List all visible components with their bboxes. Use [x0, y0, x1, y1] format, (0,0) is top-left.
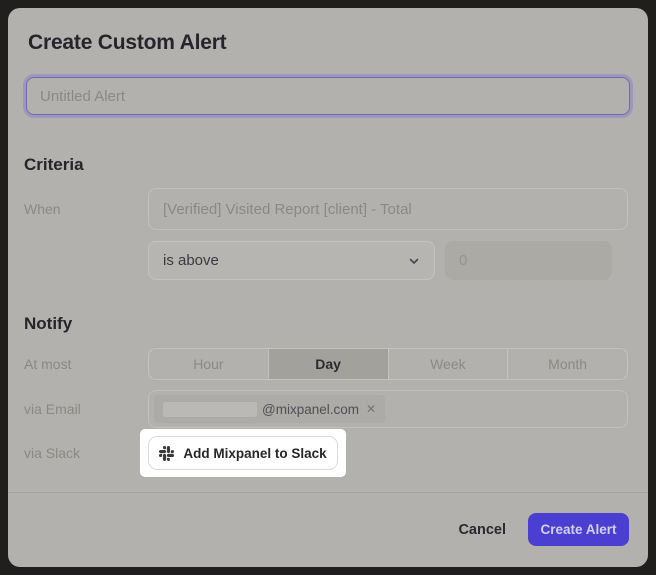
condition-value: is above: [163, 252, 219, 269]
frequency-option-day[interactable]: Day: [268, 349, 388, 379]
frequency-segmented-control: Hour Day Week Month: [148, 348, 628, 380]
email-row: via Email @mixpanel.com ✕: [8, 390, 648, 428]
dialog-title: Create Custom Alert: [28, 30, 628, 56]
slack-row: via Slack Add Mixpanel to Slack: [8, 429, 648, 477]
slack-button-label: Add Mixpanel to Slack: [183, 446, 326, 461]
create-custom-alert-dialog: Create Custom Alert Criteria When [Verif…: [8, 8, 648, 567]
via-email-label: via Email: [24, 401, 148, 417]
redacted-email-user: [163, 402, 257, 417]
remove-x-icon[interactable]: ✕: [366, 402, 376, 416]
slack-logo-icon: [159, 446, 174, 461]
frequency-row: At most Hour Day Week Month: [8, 348, 648, 380]
alert-name-input[interactable]: [26, 77, 630, 115]
at-most-label: At most: [24, 356, 148, 372]
cancel-button[interactable]: Cancel: [458, 522, 506, 538]
threshold-value: 0: [459, 252, 467, 269]
criteria-heading: Criteria: [24, 155, 648, 175]
when-row: When [Verified] Visited Report [client] …: [8, 188, 648, 230]
create-alert-button[interactable]: Create Alert: [528, 513, 629, 546]
condition-select[interactable]: is above: [148, 241, 435, 280]
threshold-input[interactable]: 0: [445, 241, 612, 280]
frequency-option-hour[interactable]: Hour: [149, 349, 268, 379]
frequency-option-week[interactable]: Week: [388, 349, 508, 379]
via-slack-label: via Slack: [24, 445, 148, 461]
email-recipients-field[interactable]: @mixpanel.com ✕: [148, 390, 628, 428]
slack-spotlight-highlight: Add Mixpanel to Slack: [140, 429, 346, 477]
condition-row: is above 0: [8, 241, 648, 280]
email-chip: @mixpanel.com ✕: [154, 395, 385, 423]
frequency-option-month[interactable]: Month: [507, 349, 627, 379]
email-domain: @mixpanel.com: [262, 402, 359, 417]
metric-input[interactable]: [Verified] Visited Report [client] - Tot…: [148, 188, 628, 230]
when-label: When: [24, 201, 148, 217]
notify-heading: Notify: [24, 314, 648, 334]
add-mixpanel-to-slack-button[interactable]: Add Mixpanel to Slack: [148, 436, 338, 470]
chevron-down-icon: [408, 255, 420, 267]
dialog-footer: Cancel Create Alert: [8, 493, 648, 546]
metric-value: [Verified] Visited Report [client] - Tot…: [163, 201, 412, 218]
